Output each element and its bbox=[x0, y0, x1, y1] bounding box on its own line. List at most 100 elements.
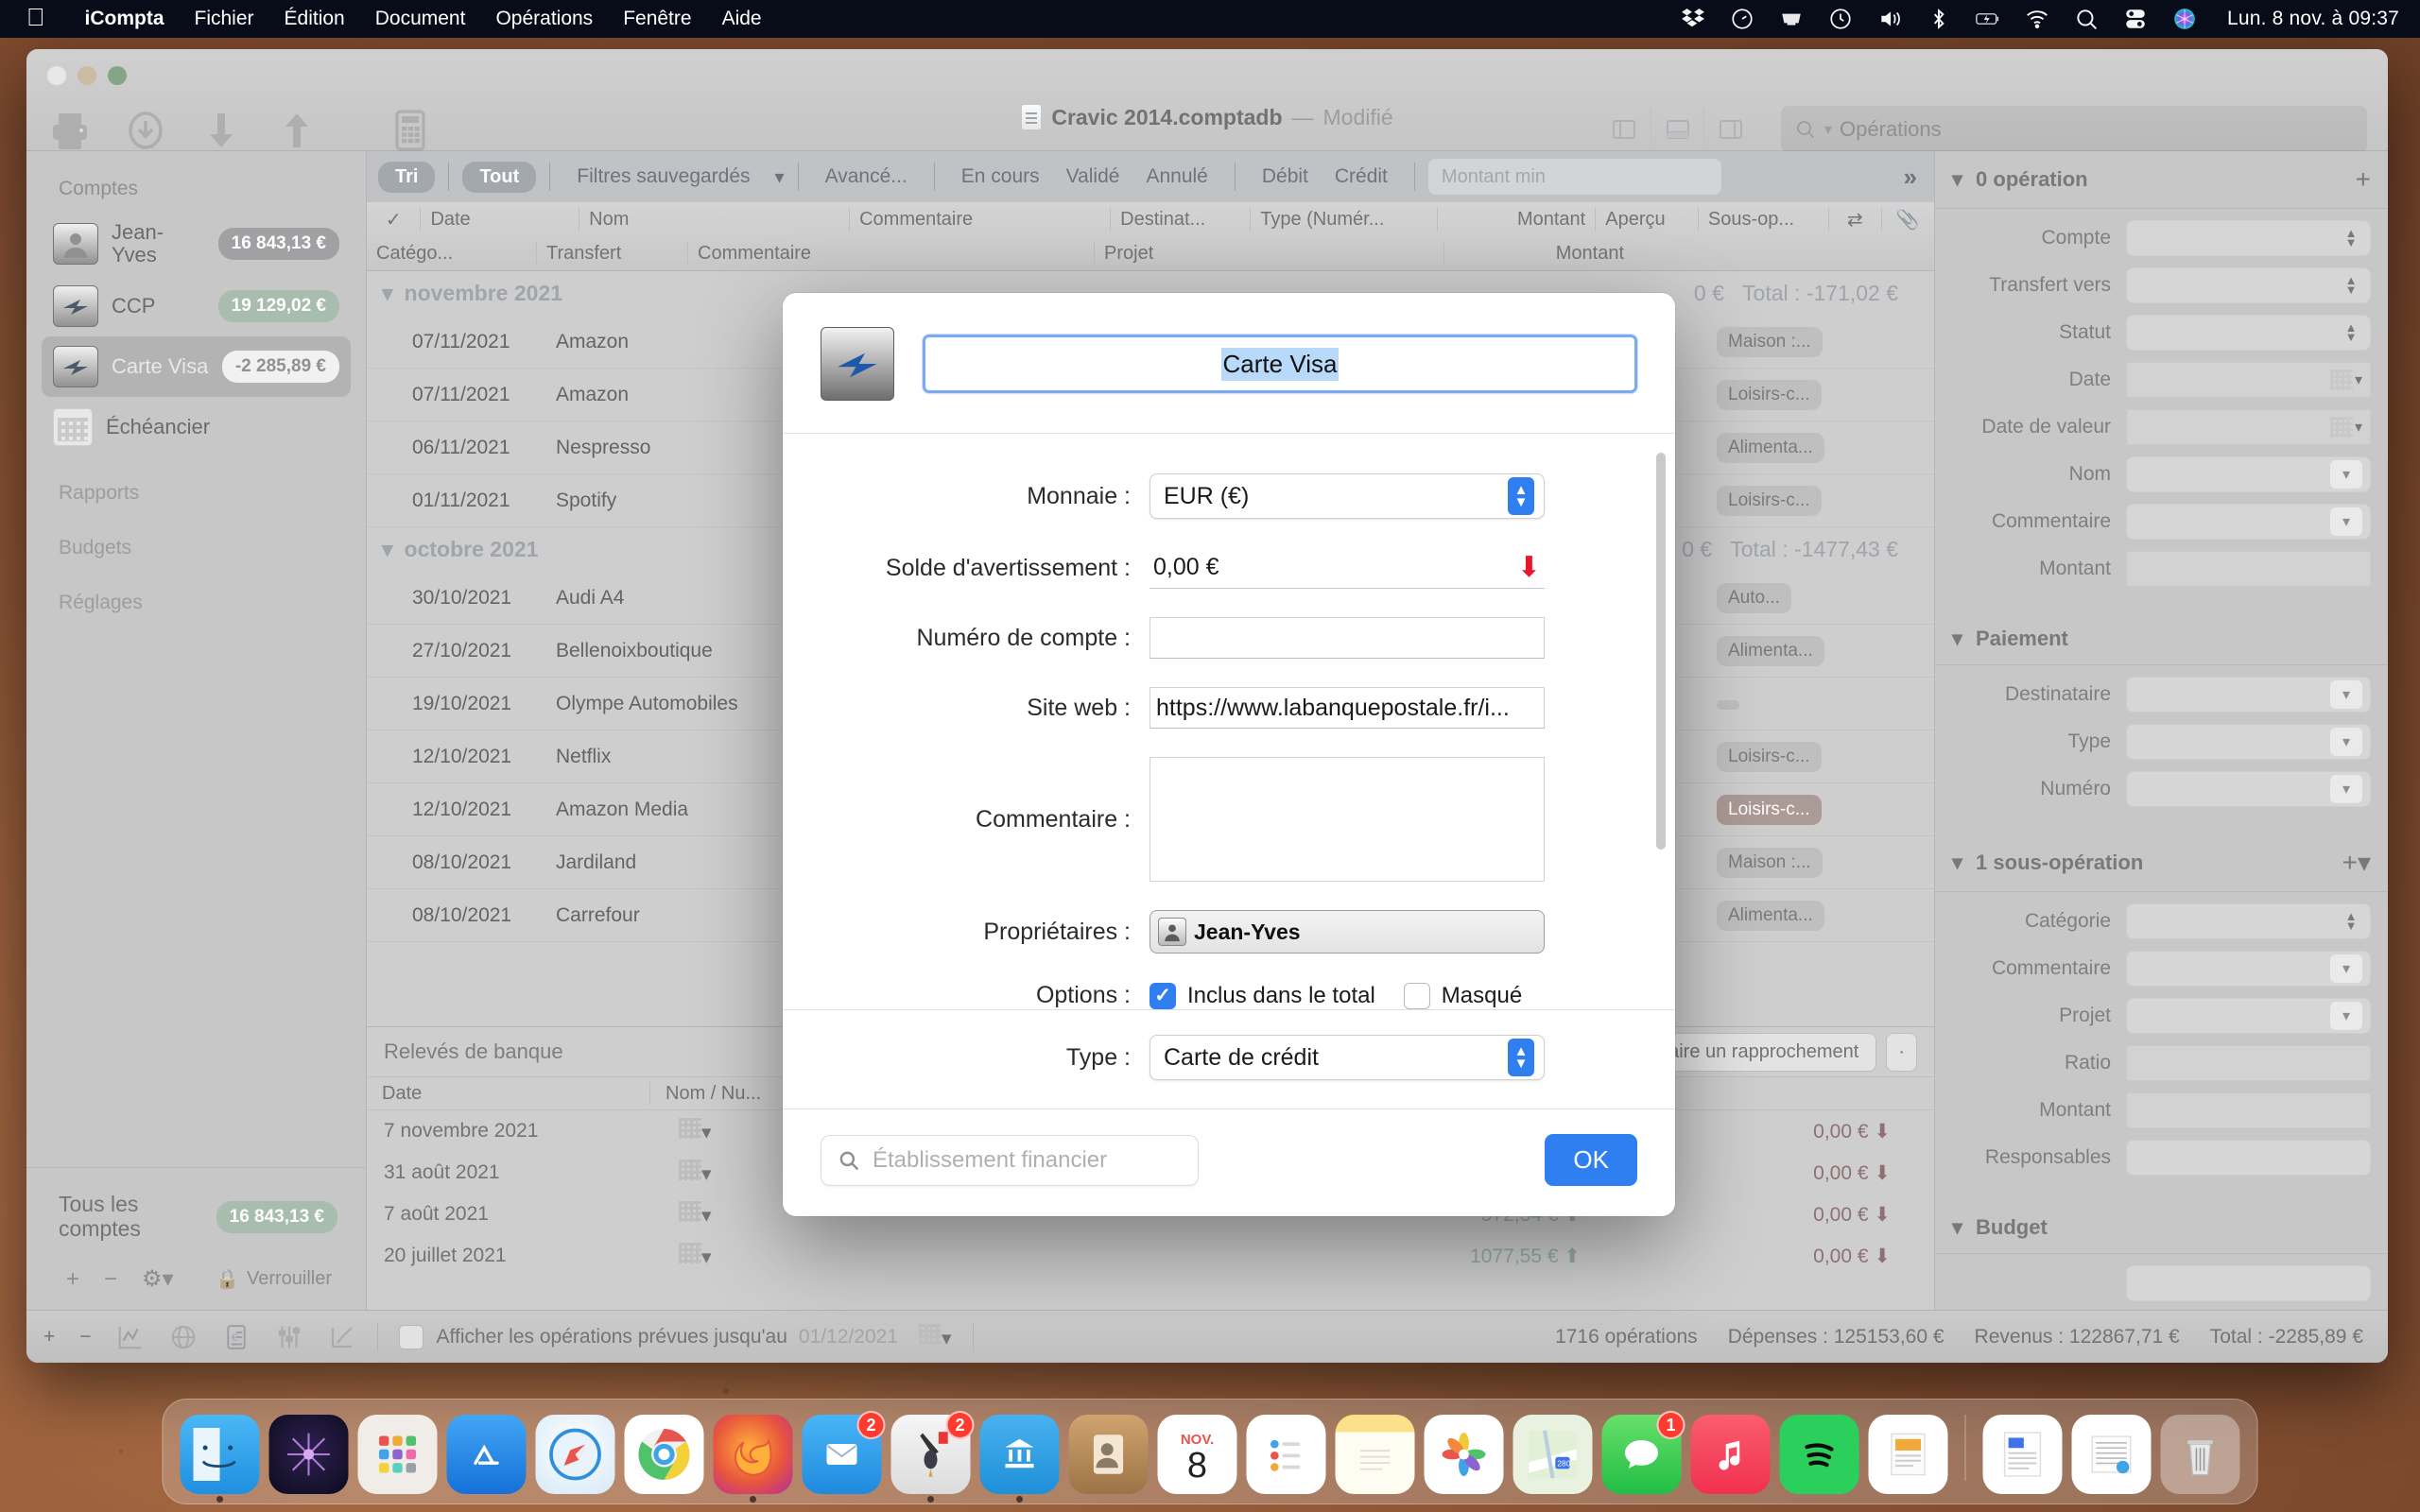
amount-min-input[interactable]: Montant min bbox=[1427, 159, 1721, 195]
sidebar-left-icon[interactable] bbox=[1598, 107, 1651, 152]
dock-item-maps[interactable]: 280 bbox=[1512, 1415, 1593, 1494]
download-circle-icon[interactable] bbox=[123, 108, 168, 153]
bluetooth-icon[interactable] bbox=[1927, 7, 1951, 31]
double-chevron-right-icon[interactable]: » bbox=[1904, 163, 1923, 192]
calendar-picker-icon[interactable]: ▾ bbox=[679, 1201, 764, 1228]
gear-icon[interactable]: ⚙▾ bbox=[142, 1265, 174, 1293]
euro-document-icon[interactable]: € bbox=[222, 1323, 251, 1351]
attachment-icon[interactable]: 📎 bbox=[1882, 208, 1934, 231]
menu-item-document[interactable]: Document bbox=[360, 8, 481, 30]
hidden-checkbox[interactable] bbox=[1403, 982, 1430, 1009]
add-operation-icon[interactable]: + bbox=[2356, 164, 2371, 195]
sidebar-section-reglages[interactable]: Réglages bbox=[26, 567, 366, 622]
volume-icon[interactable] bbox=[1877, 7, 1902, 31]
field-input[interactable] bbox=[2126, 551, 2371, 587]
chevron-down-icon[interactable]: ▾ bbox=[2330, 680, 2362, 709]
dock-item-spotify[interactable] bbox=[1779, 1415, 1859, 1494]
bar-chart-icon[interactable] bbox=[328, 1323, 356, 1351]
field-input[interactable]: ▾ bbox=[2126, 998, 2371, 1034]
dock-item-pages[interactable] bbox=[1868, 1415, 1948, 1494]
column-check[interactable]: ✓ bbox=[367, 208, 422, 231]
dock-item-downloads[interactable] bbox=[2071, 1415, 2152, 1494]
column-projet[interactable]: Projet bbox=[1095, 242, 1444, 265]
filter-valide[interactable]: Validé bbox=[1053, 165, 1133, 188]
column-sous-operation[interactable]: Sous-op... bbox=[1699, 208, 1830, 231]
chevron-down-icon[interactable]: ▾ bbox=[2330, 507, 2362, 536]
close-button[interactable] bbox=[47, 66, 66, 85]
warning-balance-input[interactable]: 0,00 € ⬇ bbox=[1150, 547, 1545, 589]
stepper-icon[interactable]: ▲ ▼ bbox=[2340, 908, 2362, 935]
arrow-up-icon[interactable] bbox=[274, 108, 320, 153]
include-in-total-checkbox[interactable]: ✓ bbox=[1150, 982, 1176, 1009]
owners-token-field[interactable]: Jean-Yves bbox=[1150, 910, 1545, 954]
all-pill-button[interactable]: Tout bbox=[462, 161, 537, 193]
notification-icon[interactable] bbox=[1779, 7, 1804, 31]
toolbar-search-field[interactable]: ▾ Opérations bbox=[1781, 106, 2367, 153]
inspector-section-paiement[interactable]: ▾ Paiement bbox=[1935, 613, 2388, 665]
menu-item-fenetre[interactable]: Fenêtre bbox=[608, 8, 706, 30]
zoom-button[interactable] bbox=[108, 66, 127, 85]
apple-menu-icon[interactable]:  bbox=[0, 5, 70, 29]
column-commentaire[interactable]: Commentaire bbox=[850, 208, 1112, 231]
arrow-down-icon[interactable] bbox=[199, 108, 244, 153]
globe-icon[interactable] bbox=[169, 1323, 198, 1351]
filter-annule[interactable]: Annulé bbox=[1132, 165, 1220, 188]
column-type-numero[interactable]: Type (Numér... bbox=[1251, 208, 1438, 231]
dock-item-app-store[interactable] bbox=[446, 1415, 527, 1494]
sidebar-item-jean-yves[interactable]: Jean-Yves 16 843,13 € bbox=[42, 212, 351, 276]
inspector-section-budget[interactable]: ▾ Budget bbox=[1935, 1202, 2388, 1254]
dock-item-documents[interactable] bbox=[1982, 1415, 2063, 1494]
column-montant-2[interactable]: Montant bbox=[1444, 242, 1634, 265]
financial-institution-search[interactable]: Établissement financier bbox=[821, 1134, 1199, 1186]
currency-select[interactable]: EUR (€) ▲ ▼ bbox=[1150, 473, 1545, 519]
clock-icon[interactable] bbox=[1828, 7, 1853, 31]
calendar-picker-icon[interactable]: ▾ bbox=[679, 1243, 764, 1269]
forecast-checkbox[interactable] bbox=[398, 1324, 424, 1349]
sidebar-section-budgets[interactable]: Budgets bbox=[26, 512, 366, 567]
filter-debit[interactable]: Débit bbox=[1249, 165, 1322, 188]
field-input[interactable]: ▾ bbox=[2126, 677, 2371, 713]
dock-item-siri[interactable] bbox=[268, 1415, 349, 1494]
dock-item-finder[interactable] bbox=[180, 1415, 260, 1503]
chevron-down-icon[interactable]: ▾ bbox=[1952, 627, 1962, 651]
chart-line-icon[interactable] bbox=[116, 1323, 145, 1351]
remove-icon[interactable]: − bbox=[79, 1326, 91, 1349]
dock-item-trash[interactable] bbox=[2160, 1415, 2240, 1494]
dialog-scroll-area[interactable]: Monnaie : EUR (€) ▲ ▼ Solde d'avertisseme… bbox=[783, 434, 1675, 1009]
field-input[interactable]: ▾ bbox=[2126, 724, 2371, 760]
column-date[interactable]: Date bbox=[421, 208, 580, 231]
dock-item-notes[interactable] bbox=[1335, 1415, 1415, 1494]
minimize-button[interactable] bbox=[78, 66, 96, 85]
dock-item-safari[interactable] bbox=[535, 1415, 615, 1494]
sliders-icon[interactable] bbox=[275, 1323, 303, 1351]
calculator-icon[interactable] bbox=[388, 108, 433, 153]
wifi-icon[interactable] bbox=[2025, 7, 2049, 31]
dock-item-firefox[interactable] bbox=[713, 1415, 793, 1503]
stepper-icon[interactable]: ▲ ▼ bbox=[1508, 477, 1534, 515]
advanced-filter-button[interactable]: Avancé... bbox=[812, 165, 921, 188]
calendar-picker-icon[interactable]: ▾ bbox=[679, 1118, 764, 1144]
sort-pill-button[interactable]: Tri bbox=[378, 161, 436, 193]
column-apercu[interactable]: Aperçu bbox=[1596, 208, 1699, 231]
dock-item-paintbrush[interactable]: 2 bbox=[890, 1411, 975, 1503]
dropbox-icon[interactable] bbox=[1681, 7, 1705, 31]
field-input[interactable]: ▾ bbox=[2126, 362, 2371, 398]
ok-button[interactable]: OK bbox=[1545, 1134, 1637, 1186]
print-icon[interactable] bbox=[47, 108, 93, 153]
field-input[interactable]: ▲ ▼ bbox=[2126, 315, 2371, 351]
chevron-down-icon[interactable]: ▾ bbox=[2330, 460, 2362, 489]
column-categorie[interactable]: Catégo... bbox=[367, 242, 537, 265]
stepper-icon[interactable]: ▲ ▼ bbox=[2340, 272, 2362, 299]
menu-item-fichier[interactable]: Fichier bbox=[180, 8, 269, 30]
sidebar-item-ccp[interactable]: CCP 19 129,02 € bbox=[42, 276, 351, 336]
field-input[interactable] bbox=[2126, 1092, 2371, 1128]
sidebar-item-echeancier[interactable]: Échéancier bbox=[42, 397, 351, 457]
transfer-icon[interactable]: ⇄ bbox=[1829, 208, 1882, 231]
field-input[interactable] bbox=[2126, 1140, 2371, 1176]
chevron-down-icon[interactable]: ▾ bbox=[1952, 1215, 1962, 1240]
field-input[interactable]: ▾ bbox=[2126, 456, 2371, 492]
dock-item-calendar[interactable]: NOV. 8 bbox=[1157, 1415, 1237, 1494]
menu-item-operations[interactable]: Opérations bbox=[480, 8, 608, 30]
dialog-scrollbar[interactable] bbox=[1656, 453, 1666, 850]
filter-en-cours[interactable]: En cours bbox=[948, 165, 1053, 188]
